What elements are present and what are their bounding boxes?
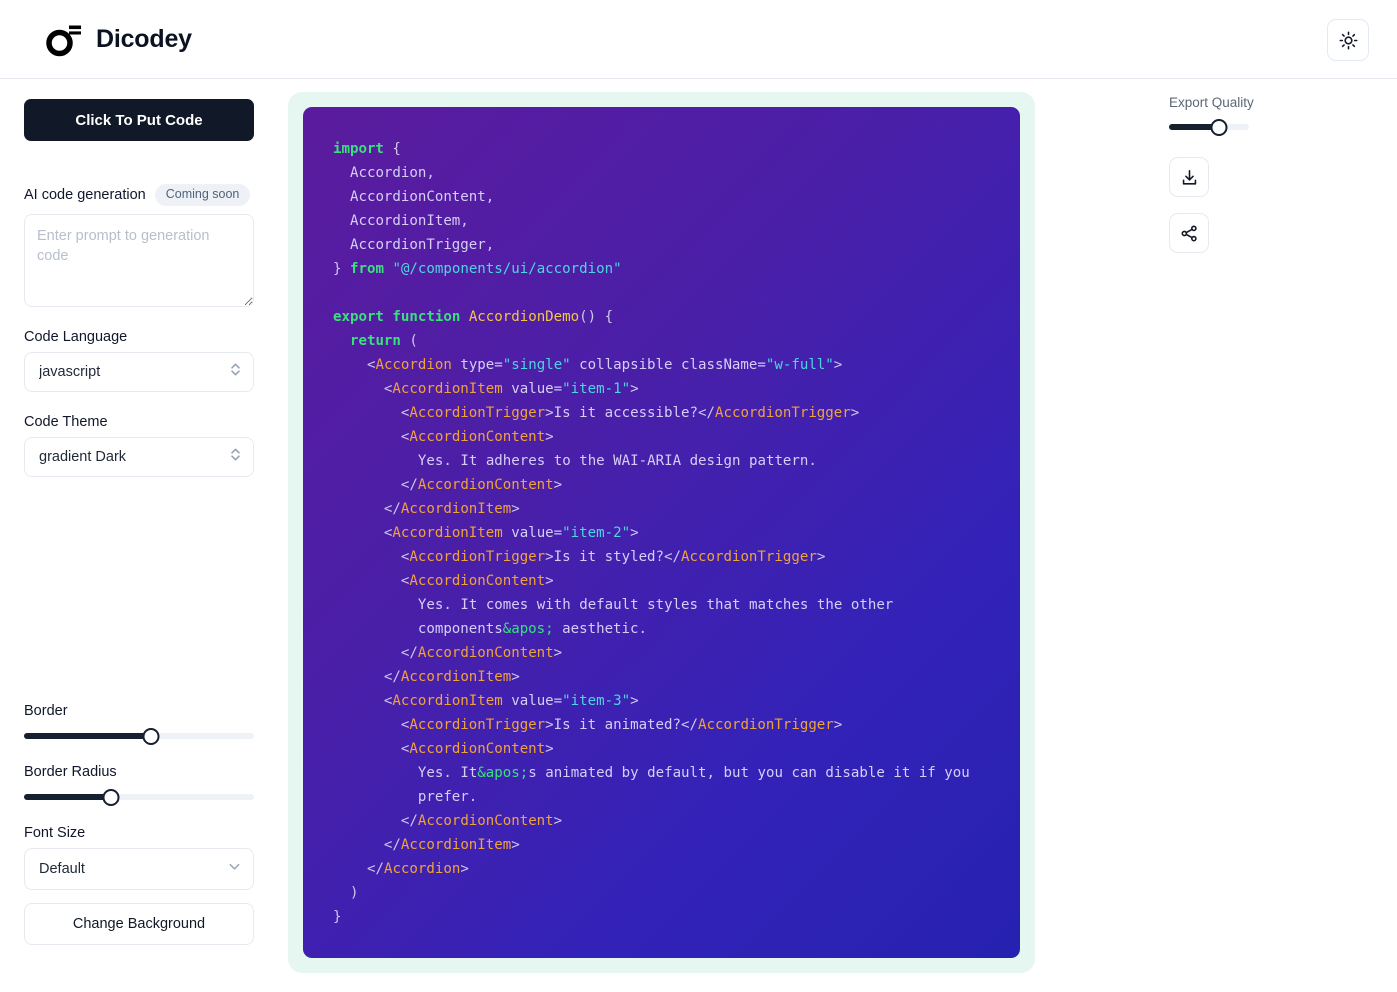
font-size-select[interactable]: Default xyxy=(24,847,254,890)
download-button[interactable] xyxy=(1169,157,1209,197)
brand-name: Dicodey xyxy=(96,24,192,53)
code-theme-label: Code Theme xyxy=(24,413,108,430)
page-body: Click To Put Code AI code generation Com… xyxy=(0,79,1397,991)
put-code-button[interactable]: Click To Put Code xyxy=(24,99,254,141)
font-size-group: Font Size Default xyxy=(24,825,254,890)
code-content: import { Accordion, AccordionContent, Ac… xyxy=(333,141,970,925)
border-slider-fill xyxy=(24,732,151,739)
code-theme-select[interactable]: gradient Dark xyxy=(24,436,254,477)
border-radius-slider[interactable] xyxy=(24,788,254,806)
border-radius-slider-thumb[interactable] xyxy=(102,788,120,806)
app-header: Dicodey xyxy=(0,0,1397,79)
ring-dash-logo-icon xyxy=(44,19,82,59)
code-language-group: Code Language javascript xyxy=(24,329,254,392)
code-canvas-area: import { Accordion, AccordionContent, Ac… xyxy=(278,79,1157,991)
code-language-select[interactable]: javascript xyxy=(24,351,254,392)
border-radius-label: Border Radius xyxy=(24,763,117,780)
export-rail: Export Quality xyxy=(1157,79,1397,991)
coming-soon-badge: Coming soon xyxy=(154,184,251,206)
export-quality-thumb[interactable] xyxy=(1210,119,1228,136)
change-background-button[interactable]: Change Background xyxy=(24,902,254,945)
code-language-label: Code Language xyxy=(24,328,128,345)
ai-generation-label: AI code generation xyxy=(24,186,146,203)
border-label: Border xyxy=(24,702,68,719)
settings-sidebar: Click To Put Code AI code generation Com… xyxy=(0,79,278,991)
sun-icon xyxy=(1338,30,1358,50)
ai-prompt-input[interactable] xyxy=(24,213,254,307)
ai-generation-header: AI code generation Coming soon xyxy=(24,184,254,206)
border-slider-thumb[interactable] xyxy=(142,727,159,745)
border-radius-slider-fill xyxy=(24,793,112,800)
share-icon xyxy=(1180,224,1199,243)
share-button[interactable] xyxy=(1169,213,1209,253)
border-slider[interactable] xyxy=(24,727,254,745)
code-frame: import { Accordion, AccordionContent, Ac… xyxy=(288,92,1035,973)
theme-toggle-button[interactable] xyxy=(1327,19,1369,61)
download-icon xyxy=(1180,168,1199,187)
code-card[interactable]: import { Accordion, AccordionContent, Ac… xyxy=(303,107,1020,958)
border-radius-group: Border Radius xyxy=(24,763,254,806)
export-quality-slider[interactable] xyxy=(1169,119,1249,136)
border-group: Border xyxy=(24,702,254,745)
brand: Dicodey xyxy=(44,19,192,59)
font-size-label: Font Size xyxy=(24,824,86,841)
export-quality-label: Export Quality xyxy=(1169,95,1254,110)
code-theme-group: Code Theme gradient Dark xyxy=(24,414,254,477)
